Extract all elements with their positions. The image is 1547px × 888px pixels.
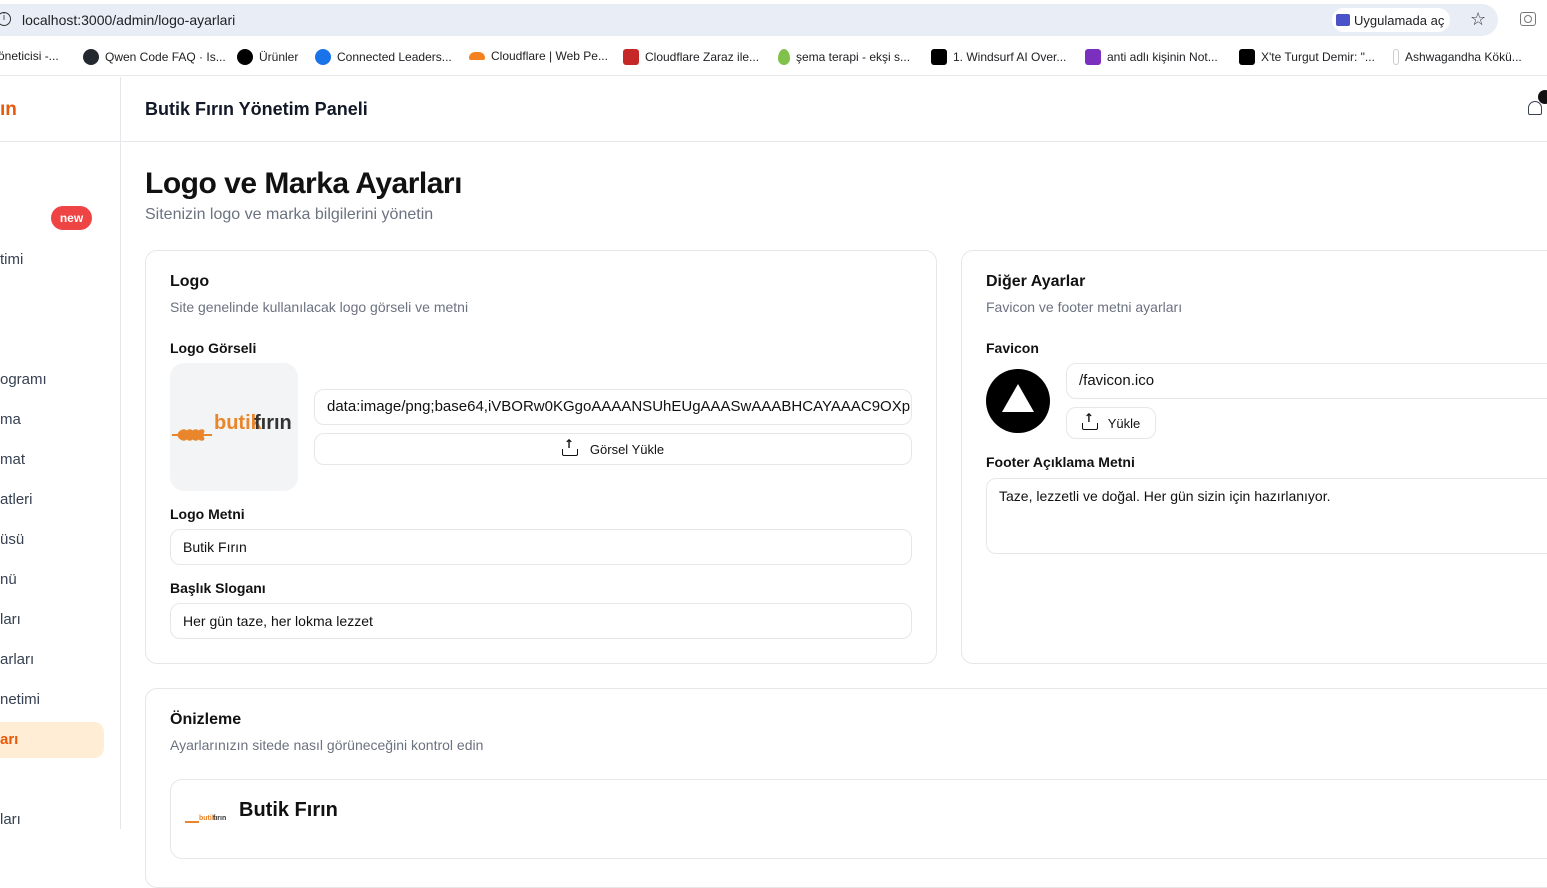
- open-in-app-button[interactable]: Uygulamada aç: [1332, 8, 1451, 32]
- upload-image-button[interactable]: Görsel Yükle: [314, 433, 912, 465]
- sidebar-item[interactable]: ları: [0, 811, 21, 828]
- bookmark-star-icon[interactable]: ☆: [1470, 9, 1486, 30]
- bookmark-item[interactable]: Ashwagandha Kökü...: [1393, 49, 1522, 65]
- site-icon: [237, 49, 253, 65]
- footer-text-label: Footer Açıklama Metni: [986, 454, 1135, 470]
- bookmarks-bar: öneticisi -... Qwen Code FAQ · Is... Ürü…: [0, 40, 1547, 76]
- bookmark-item[interactable]: Ürünler: [237, 49, 298, 65]
- card-title: Önizleme: [170, 711, 242, 728]
- sidebar-item[interactable]: ma: [0, 411, 21, 428]
- page-title: Logo ve Marka Ayarları: [145, 167, 462, 200]
- browser-address-bar: i localhost:3000/admin/logo-ayarlari Uyg…: [0, 0, 1547, 40]
- sidebar-item[interactable]: timi: [0, 251, 23, 268]
- card-description: Site genelinde kullanılacak logo görseli…: [170, 299, 469, 315]
- card-description: Favicon ve footer metni ayarları: [986, 299, 1183, 315]
- bookmark-item[interactable]: Cloudflare Zaraz ile...: [623, 49, 759, 65]
- open-in-app-label: Uygulamada aç: [1354, 12, 1445, 28]
- site-icon: [315, 49, 331, 65]
- favicon-preview: [986, 369, 1050, 433]
- logo-image-url-input[interactable]: data:image/png;base64,iVBORw0KGgoAAAANSU…: [314, 389, 912, 425]
- logo-preview-image: butik fırın: [170, 363, 298, 491]
- sidebar: ın new timi ogramı ma mat atleri üsü nü …: [0, 77, 121, 829]
- preview-header: butik fırın: [170, 779, 1547, 859]
- bookmark-item[interactable]: 1. Windsurf AI Over...: [931, 49, 1066, 65]
- favicon-label: Favicon: [986, 340, 1039, 356]
- slogan-input[interactable]: Her gün taze, her lokma lezzet: [170, 603, 912, 639]
- sidebar-item[interactable]: atleri: [0, 491, 33, 508]
- card-title: Logo: [170, 273, 210, 290]
- upload-image-label: Görsel Yükle: [589, 441, 665, 457]
- wheat-logo-icon: butik fırın: [172, 412, 292, 441]
- bookmark-item[interactable]: X'te Turgut Demir: "...: [1239, 49, 1375, 65]
- notification-dot: [1538, 90, 1547, 104]
- logo-text-label: Logo Metni: [170, 506, 245, 522]
- favicon-upload-label: Yükle: [1107, 415, 1141, 431]
- card-description: Ayarlarınızın sitede nasıl görüneceğini …: [170, 737, 484, 753]
- preview-logo-word-firin: fırın: [213, 815, 226, 822]
- top-bar: Butik Fırın Yönetim Paneli: [121, 77, 1547, 142]
- app-window-icon: [1336, 14, 1350, 26]
- upload-icon: [561, 437, 578, 456]
- bookmark-item[interactable]: öneticisi -...: [0, 49, 59, 63]
- favicon-input[interactable]: /favicon.ico: [1066, 363, 1547, 399]
- bookmark-item[interactable]: Connected Leaders...: [315, 49, 452, 65]
- triangle-icon: [1002, 384, 1034, 412]
- github-icon: [83, 49, 99, 65]
- footer-text-area[interactable]: Taze, lezzetli ve doğal. Her gün sizin i…: [986, 478, 1547, 554]
- bookmark-item[interactable]: Cloudflare | Web Pe...: [469, 49, 608, 63]
- logo-text-input[interactable]: Butik Fırın: [170, 529, 912, 565]
- sidebar-item[interactable]: netimi: [0, 691, 40, 708]
- sidebar-item[interactable]: mat: [0, 451, 25, 468]
- sidebar-item[interactable]: üsü: [0, 531, 24, 548]
- upload-icon: [1081, 411, 1098, 430]
- preview-brand-name: Butik Fırın: [239, 799, 338, 821]
- sidebar-item[interactable]: ogramı: [0, 371, 47, 388]
- favicon-upload-button[interactable]: Yükle: [1066, 407, 1156, 439]
- logo-word-firin: fırın: [254, 412, 292, 434]
- site-icon: [623, 49, 639, 65]
- x-icon: [931, 49, 947, 65]
- preview-logo-icon: butik fırın: [185, 815, 226, 823]
- bookmark-item[interactable]: şema terapi - ekşi s...: [778, 49, 910, 65]
- sidebar-item[interactable]: nü: [0, 571, 17, 588]
- bookmark-item[interactable]: anti adlı kişinin Not...: [1085, 49, 1218, 65]
- page-subtitle: Sitenizin logo ve marka bilgilerini yöne…: [145, 206, 434, 223]
- cloudflare-icon: [469, 52, 485, 60]
- sidebar-item[interactable]: arları: [0, 651, 34, 668]
- new-badge: new: [51, 206, 92, 230]
- card-title: Diğer Ayarlar: [986, 273, 1086, 290]
- sidebar-brand[interactable]: ın: [0, 99, 17, 121]
- panel-title: Butik Fırın Yönetim Paneli: [145, 99, 368, 119]
- sidebar-item-active-label: arı: [0, 731, 19, 748]
- bell-icon[interactable]: [1528, 101, 1542, 115]
- sidebar-item[interactable]: ları: [0, 611, 21, 628]
- site-icon: [1393, 49, 1399, 65]
- slogan-label: Başlık Sloganı: [170, 580, 266, 596]
- onenote-icon: [1085, 49, 1101, 65]
- logo-image-label: Logo Görseli: [170, 340, 257, 356]
- x-icon: [1239, 49, 1255, 65]
- url-text[interactable]: localhost:3000/admin/logo-ayarlari: [22, 12, 235, 28]
- bookmark-item[interactable]: Qwen Code FAQ · Is...: [83, 49, 226, 65]
- drop-icon: [778, 49, 790, 65]
- camera-icon[interactable]: [1520, 12, 1536, 26]
- divider: [0, 141, 121, 142]
